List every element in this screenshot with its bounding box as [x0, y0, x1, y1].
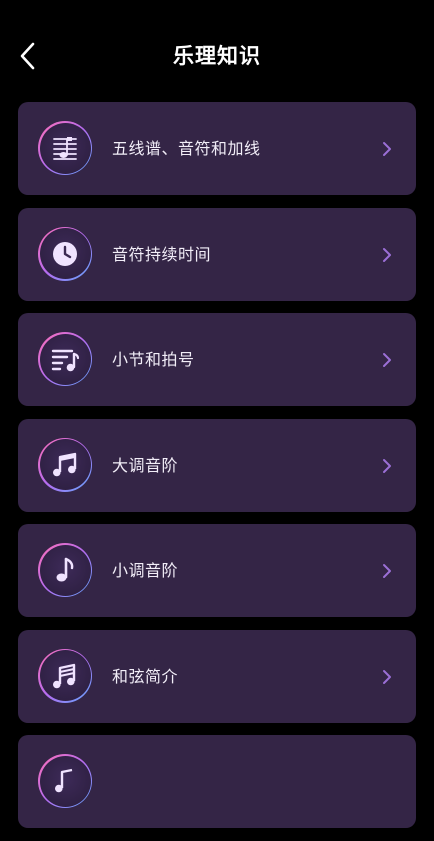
single-note-icon [56, 557, 74, 582]
clock-icon [53, 241, 77, 266]
playlist-music-icon [51, 349, 80, 372]
topic-item-measures[interactable]: 小节和拍号 [18, 313, 416, 406]
icon-ring [38, 543, 92, 597]
topic-item-chords[interactable]: 和弦简介 [18, 629, 416, 723]
double-note-icon [53, 452, 77, 476]
icon-ring [38, 437, 92, 492]
chevron-right-icon [380, 138, 394, 160]
chevron-right-icon [380, 560, 394, 582]
chevron-right-icon [380, 349, 394, 371]
chevron-right-icon [380, 244, 394, 266]
top-bar: 乐理知识 [0, 0, 434, 100]
topic-label: 和弦简介 [112, 666, 179, 686]
topic-label: 五线谱、音符和加线 [112, 139, 261, 158]
icon-ring [38, 332, 92, 386]
icon-ring [38, 648, 92, 703]
topic-label: 音符持续时间 [112, 244, 212, 264]
topic-list: 五线谱、音符和加线 音符持续时间 小节和拍号 大调音阶 小调音阶 和弦简介 [18, 102, 416, 841]
page-title: 乐理知识 [173, 44, 261, 68]
topic-item-staff[interactable]: 五线谱、音符和加线 [18, 102, 416, 195]
topic-item-major-scale[interactable]: 大调音阶 [18, 418, 416, 512]
topic-item-minor-scale[interactable]: 小调音阶 [18, 524, 416, 617]
chord-notes-icon [53, 663, 76, 688]
icon-ring [38, 226, 92, 281]
topic-label: 大调音阶 [112, 455, 179, 475]
icon-ring [38, 754, 92, 808]
topic-item-duration[interactable]: 音符持续时间 [18, 207, 416, 301]
topic-label: 小调音阶 [112, 561, 179, 580]
icon-ring [38, 121, 92, 175]
staff-note-icon [53, 137, 77, 160]
topic-label: 小节和拍号 [112, 350, 195, 369]
chevron-right-icon [380, 455, 394, 477]
chevron-right-icon [380, 666, 394, 688]
topic-item-partial[interactable] [18, 735, 416, 828]
